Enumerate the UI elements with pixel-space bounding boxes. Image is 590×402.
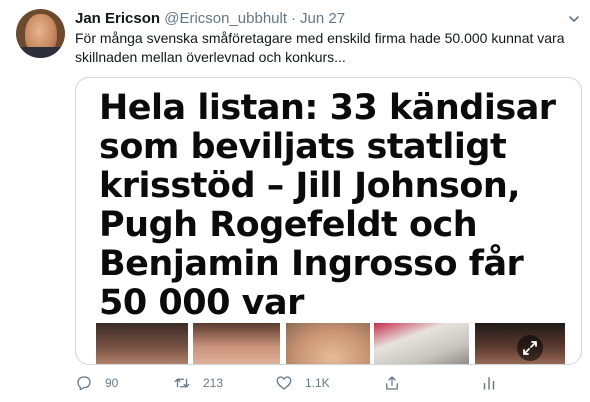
- analytics-icon: [483, 377, 495, 390]
- celebrity-photo: [96, 323, 188, 364]
- share-icon: [386, 376, 398, 390]
- author-name[interactable]: Jan Ericson: [75, 10, 160, 27]
- retweet-icon: [174, 378, 190, 388]
- like-count: 1.1K: [305, 376, 330, 390]
- image-card[interactable]: Hela listan: 33 kändisar som beviljats s…: [75, 77, 582, 365]
- avatar-shirt: [16, 47, 65, 58]
- separator-dot: ·: [291, 10, 297, 27]
- heart-icon: [276, 376, 292, 390]
- celebrity-photo: [286, 323, 370, 364]
- reply-button[interactable]: 90: [75, 372, 118, 394]
- share-button[interactable]: [383, 372, 401, 394]
- avatar[interactable]: [16, 9, 65, 58]
- author-handle[interactable]: @Ericson_ubbhult: [164, 10, 287, 27]
- retweet-count: 213: [203, 376, 224, 390]
- tweet-text: För många svenska småföretagare med ensk…: [75, 30, 565, 65]
- celebrity-photo: [193, 323, 280, 364]
- reply-count: 90: [105, 376, 119, 390]
- analytics-button[interactable]: [480, 372, 498, 394]
- reply-icon: [77, 376, 91, 391]
- tweet-header: Jan Ericson @Ericson_ubbhult · Jun 27: [75, 9, 345, 29]
- celebrity-photo-strip: [76, 323, 581, 364]
- retweet-button[interactable]: 213: [173, 372, 223, 394]
- like-button[interactable]: 1.1K: [275, 372, 330, 394]
- card-headline: Hela listan: 33 kändisar som beviljats s…: [99, 88, 556, 323]
- expand-icon[interactable]: [517, 335, 543, 361]
- chevron-down-icon[interactable]: [568, 13, 580, 25]
- celebrity-photo: [374, 323, 469, 364]
- tweet[interactable]: Jan Ericson @Ericson_ubbhult · Jun 27 För …: [0, 0, 590, 402]
- action-bar: 90 213 1.1K: [75, 372, 580, 394]
- tweet-date[interactable]: Jun 27: [300, 10, 345, 27]
